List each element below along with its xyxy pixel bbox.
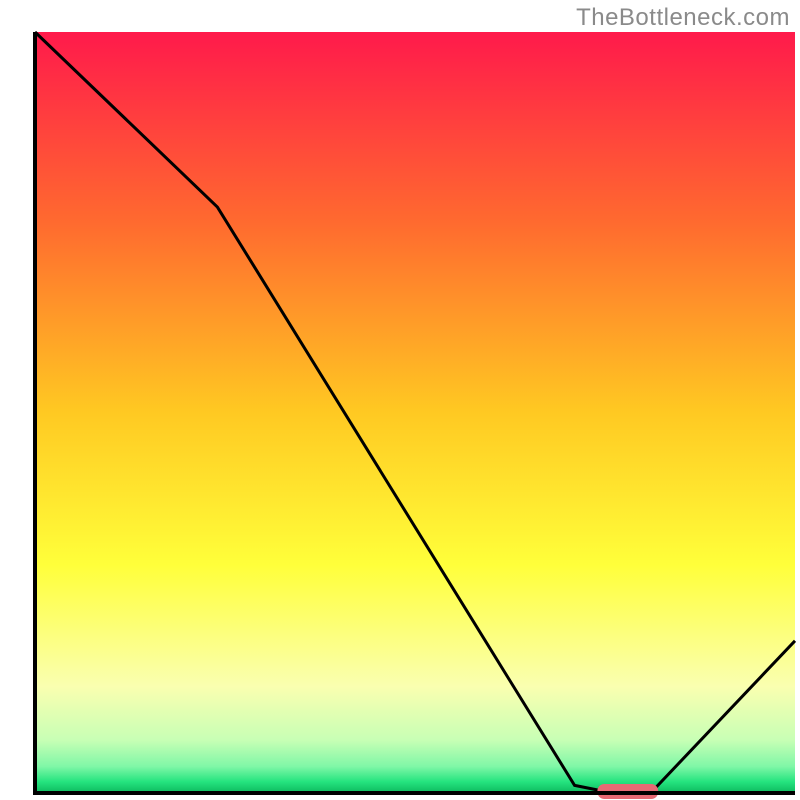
chart-container: TheBottleneck.com (0, 0, 800, 800)
plot-background (35, 32, 795, 793)
attribution-label: TheBottleneck.com (576, 4, 790, 32)
bottleneck-chart (0, 0, 800, 800)
